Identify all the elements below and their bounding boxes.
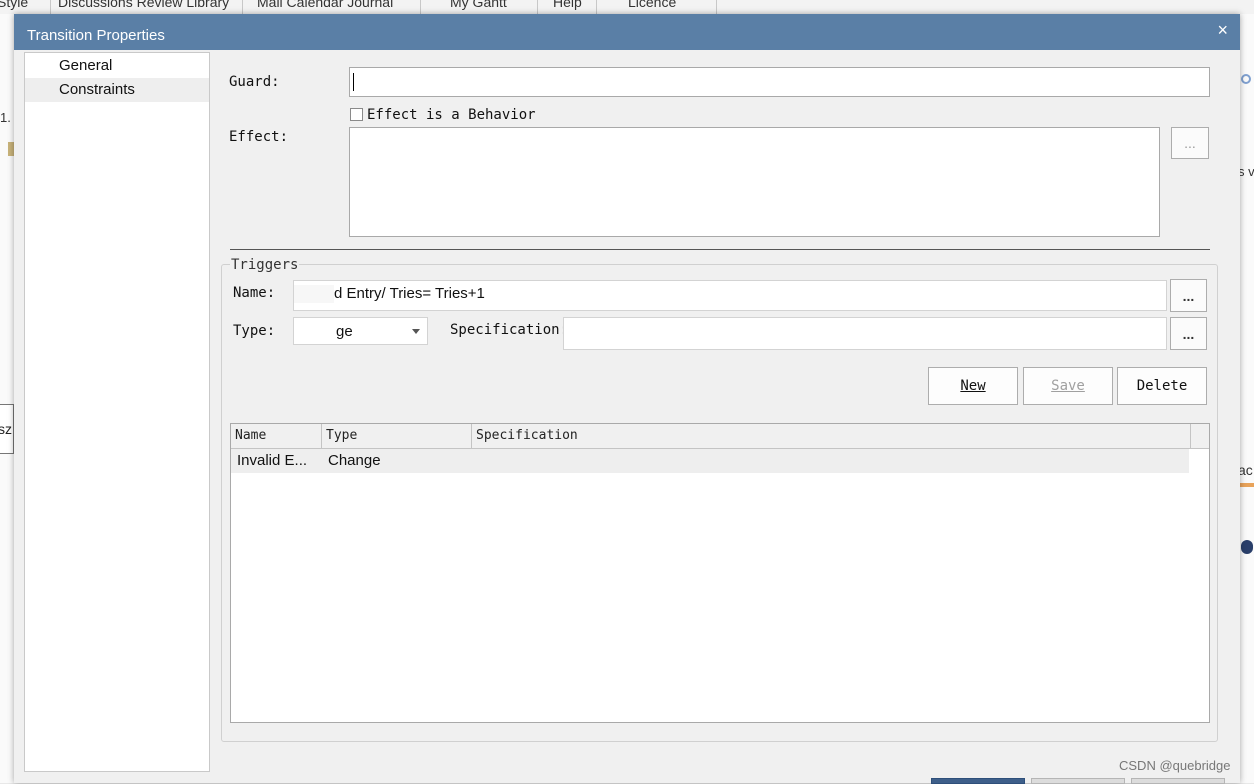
trigger-name-input[interactable]: d Entry/ Tries= Tries+1 xyxy=(293,280,1167,311)
bg-fragment-text-right: s v xyxy=(1238,164,1254,179)
background-right-edge xyxy=(1240,14,1254,783)
help-button[interactable] xyxy=(1131,778,1225,784)
table-row[interactable]: Invalid E... Change xyxy=(231,449,1189,473)
dialog-title: Transition Properties xyxy=(27,27,165,44)
table-header: Name Type Specification xyxy=(231,424,1209,449)
column-header-type[interactable]: Type xyxy=(322,424,472,448)
nav-item-general[interactable]: General xyxy=(25,54,209,78)
effect-behavior-checkbox[interactable] xyxy=(350,108,363,121)
save-trigger-button[interactable]: Save xyxy=(1023,367,1113,405)
bg-fragment-box: sz xyxy=(0,404,14,454)
trigger-spec-input[interactable] xyxy=(563,317,1167,350)
effect-label: Effect: xyxy=(229,129,289,145)
background-left-edge xyxy=(0,14,14,783)
bg-tab-style: Style xyxy=(0,0,29,10)
bg-fragment-text: 1. xyxy=(0,110,11,125)
effect-textarea[interactable] xyxy=(349,127,1160,237)
guard-label: Guard: xyxy=(229,74,280,90)
effect-behavior-label: Effect is a Behavior xyxy=(367,107,536,123)
bg-fragment-bar xyxy=(1240,483,1254,487)
bg-fragment-avatar-icon xyxy=(1241,540,1253,554)
row-spec-cell xyxy=(472,449,1172,473)
transition-properties-dialog: Transition Properties × General Constrai… xyxy=(14,14,1240,783)
trigger-type-select[interactable]: ge xyxy=(293,317,428,345)
triggers-table: Name Type Specification Invalid E... Cha… xyxy=(230,423,1210,723)
text-caret xyxy=(353,73,354,91)
separator-line xyxy=(230,249,1210,250)
triggers-group-title: Triggers xyxy=(230,257,300,273)
cancel-button[interactable] xyxy=(1031,778,1125,784)
bg-tab-help: Help xyxy=(553,0,582,10)
trigger-name-label: Name: xyxy=(233,285,276,301)
ok-button[interactable] xyxy=(931,778,1025,784)
dialog-titlebar[interactable]: Transition Properties × xyxy=(14,14,1240,50)
effect-browse-button[interactable]: ... xyxy=(1171,127,1209,159)
bg-fragment-text-right-2: ac xyxy=(1238,462,1253,478)
redaction-mask xyxy=(294,320,330,342)
guard-input[interactable] xyxy=(349,67,1210,97)
category-nav: General Constraints xyxy=(24,52,210,772)
column-header-specification[interactable]: Specification xyxy=(472,424,1191,448)
close-icon[interactable]: × xyxy=(1217,20,1228,41)
new-trigger-button[interactable]: New xyxy=(928,367,1018,405)
column-header-name[interactable]: Name xyxy=(231,424,322,448)
watermark-text: CSDN @quebridge xyxy=(1119,758,1231,773)
bg-tab-discussions: Discussions Review Library xyxy=(58,0,230,10)
trigger-spec-label: Specification: xyxy=(450,322,569,338)
trigger-name-browse-button[interactable]: ... xyxy=(1170,279,1207,312)
delete-trigger-button[interactable]: Delete xyxy=(1117,367,1207,405)
row-name-cell: Invalid E... xyxy=(237,452,308,469)
bg-tab-mail: Mail Calendar Journal xyxy=(257,0,394,10)
bg-tab-licence: Licence xyxy=(628,0,677,10)
background-tab-strip: Style Discussions Review Library Mail Ca… xyxy=(0,0,1254,14)
bg-tab-gantt: My Gantt xyxy=(450,0,507,10)
trigger-type-label: Type: xyxy=(233,323,276,339)
chevron-down-icon xyxy=(412,329,420,334)
nav-item-constraints[interactable]: Constraints xyxy=(25,78,209,102)
redaction-mask xyxy=(294,285,334,303)
bg-fragment-circle-icon xyxy=(1241,74,1251,84)
row-type-cell: Change xyxy=(328,452,381,469)
trigger-spec-browse-button[interactable]: ... xyxy=(1170,317,1207,350)
